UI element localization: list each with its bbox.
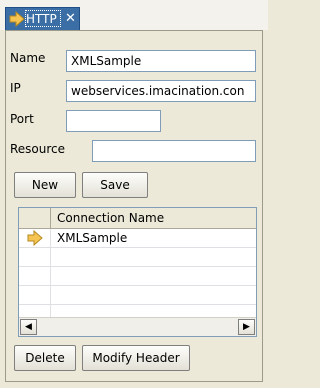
close-icon[interactable]: ✕ <box>65 11 76 26</box>
resource-field[interactable] <box>92 140 256 162</box>
modify-header-button[interactable]: Modify Header <box>82 345 190 371</box>
http-connection-panel: Name XMLSample IP webservices.imacinatio… <box>5 30 263 382</box>
resource-label: Resource <box>10 142 66 156</box>
scroll-right-button[interactable]: ▶ <box>238 319 255 335</box>
name-field[interactable]: XMLSample <box>66 50 256 72</box>
name-label: Name <box>10 51 46 65</box>
arrow-right-icon <box>9 11 25 27</box>
tab-label: HTTP <box>26 12 57 26</box>
row-marker-cell <box>19 229 51 247</box>
table-header: Connection Name <box>19 208 256 229</box>
new-button[interactable]: New <box>14 172 76 198</box>
port-label: Port <box>10 112 34 126</box>
table-row[interactable]: XMLSample <box>19 229 256 248</box>
header-marker-column <box>19 208 51 228</box>
save-button[interactable]: Save <box>82 172 148 198</box>
connection-name-cell: XMLSample <box>57 231 128 245</box>
delete-button[interactable]: Delete <box>14 345 76 371</box>
row-marker-cell <box>19 286 51 304</box>
ip-field[interactable]: webservices.imacination.con <box>66 80 256 102</box>
table-row[interactable] <box>19 286 256 305</box>
header-connection-name: Connection Name <box>57 211 165 225</box>
arrow-right-icon <box>27 230 43 246</box>
row-marker-cell <box>19 248 51 266</box>
port-field[interactable] <box>66 110 161 132</box>
tab-http[interactable]: HTTP ✕ <box>5 7 80 30</box>
ip-label: IP <box>10 81 21 95</box>
row-marker-cell <box>19 267 51 285</box>
tab-strip: HTTP ✕ <box>0 0 268 30</box>
scroll-left-button[interactable]: ◀ <box>20 319 37 335</box>
table-row[interactable] <box>19 248 256 267</box>
table-row[interactable] <box>19 267 256 286</box>
horizontal-scrollbar[interactable]: ◀ ▶ <box>19 317 256 336</box>
connections-table: Connection Name XMLSample ◀ ▶ <box>18 207 257 337</box>
